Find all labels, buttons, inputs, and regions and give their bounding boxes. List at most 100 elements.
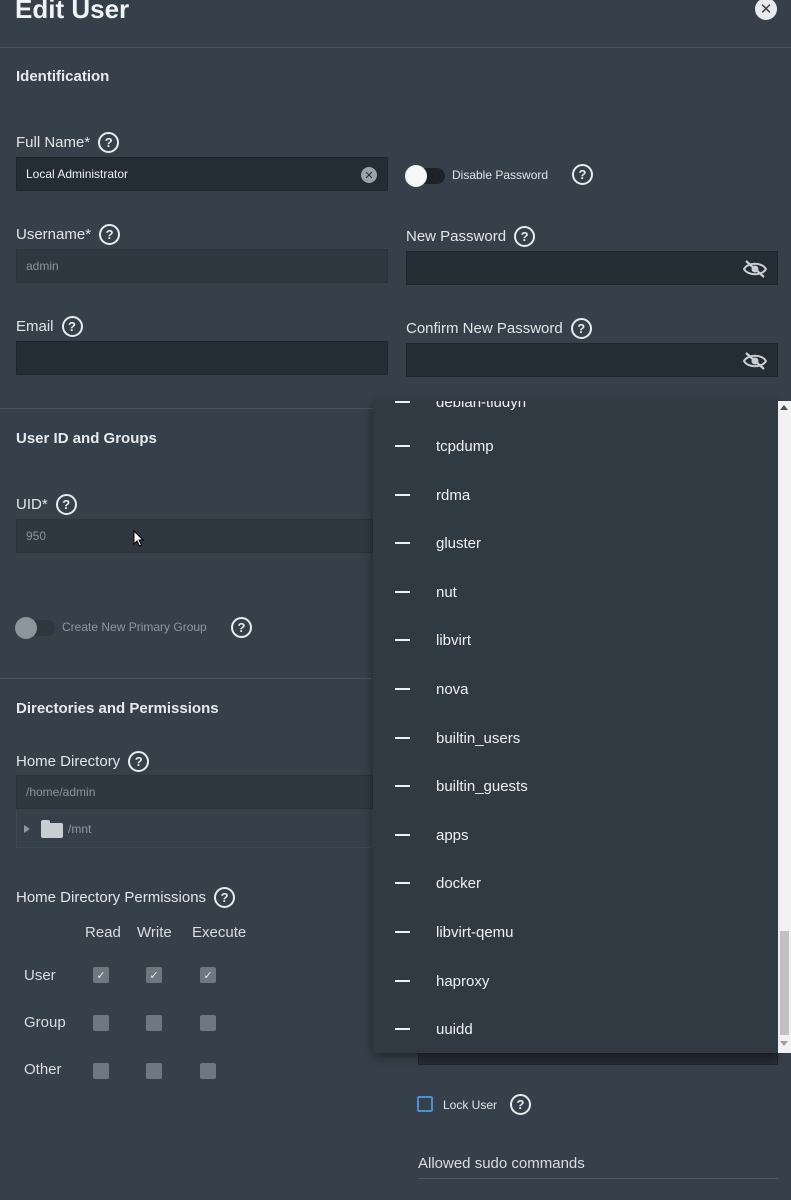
checkmark-icon: ✓ — [96, 969, 106, 982]
option-dash-icon — [395, 542, 410, 544]
username-input[interactable]: admin — [16, 249, 388, 283]
option-dash-icon — [395, 980, 410, 982]
perm-other-write-checkbox[interactable] — [146, 1063, 162, 1079]
perm-user-execute-checkbox[interactable]: ✓ — [200, 967, 216, 983]
visibility-off-icon[interactable] — [743, 260, 767, 278]
dropdown-option-label: debian-tludyh — [436, 401, 527, 411]
help-icon[interactable]: ? — [214, 887, 236, 908]
dropdown-option[interactable]: tcpdump — [373, 423, 778, 469]
confirm-password-input[interactable] — [406, 343, 778, 377]
home-directory-input[interactable]: /home/admin — [16, 775, 373, 809]
dropdown-option[interactable]: nut — [373, 569, 778, 615]
checkmark-icon: ✓ — [203, 969, 213, 982]
disable-password-label: Disable Password — [452, 168, 549, 182]
section-divider — [0, 408, 373, 409]
perm-group-execute-checkbox[interactable] — [200, 1015, 216, 1031]
uid-value: 950 — [26, 529, 47, 543]
dropdown-option[interactable]: builtin_guests — [373, 763, 778, 809]
groups-dropdown-panel[interactable]: debian-tludyh tcpdump rdma gluster nut l… — [373, 401, 778, 1053]
dropdown-option-label: builtin_users — [436, 729, 521, 747]
uid-label: UID* ? — [16, 494, 77, 515]
help-icon[interactable]: ? — [572, 164, 593, 185]
help-icon[interactable]: ? — [61, 316, 83, 337]
uid-input[interactable]: 950 — [16, 519, 373, 553]
full-name-input[interactable]: Local Administrator ✕ — [16, 157, 388, 191]
visibility-off-icon[interactable] — [743, 352, 767, 370]
dropdown-option-label: nova — [436, 680, 469, 698]
perm-other-execute-checkbox[interactable] — [200, 1063, 216, 1079]
perm-col-read: Read — [85, 924, 121, 941]
checkmark-icon: ✓ — [149, 969, 159, 982]
dropdown-scrollbar[interactable] — [778, 401, 791, 1053]
confirm-password-label-text: Confirm New Password — [406, 320, 563, 337]
new-password-label: New Password ? — [406, 226, 536, 247]
home-permissions-label: Home Directory Permissions ? — [16, 887, 236, 908]
option-dash-icon — [395, 882, 410, 884]
section-identification-title: Identification — [16, 68, 110, 85]
dialog-title: Edit User — [15, 0, 130, 24]
perm-group-read-checkbox[interactable] — [93, 1015, 109, 1031]
toggle-knob — [405, 165, 427, 187]
home-directory-value: /home/admin — [26, 785, 96, 799]
dropdown-option[interactable]: docker — [373, 860, 778, 906]
dropdown-option-label: gluster — [436, 534, 482, 552]
dropdown-option[interactable]: uuidd — [373, 1006, 778, 1052]
directory-tree: /mnt — [16, 810, 373, 848]
dropdown-option-label: apps — [436, 826, 469, 844]
dropdown-option-label: tcpdump — [436, 437, 494, 455]
dropdown-option-label: uuidd — [436, 1020, 473, 1038]
new-password-input[interactable] — [406, 251, 778, 285]
disable-password-toggle[interactable] — [405, 165, 445, 187]
dropdown-option[interactable]: builtin_users — [373, 715, 778, 761]
expand-arrow-icon[interactable] — [24, 825, 30, 833]
perm-user-write-checkbox[interactable]: ✓ — [146, 967, 162, 983]
username-value: admin — [26, 259, 59, 273]
help-icon[interactable]: ? — [510, 1094, 531, 1115]
option-dash-icon — [395, 1028, 410, 1030]
perm-group-write-checkbox[interactable] — [146, 1015, 162, 1031]
clear-icon[interactable]: ✕ — [361, 167, 377, 183]
option-dash-icon — [395, 834, 410, 836]
help-icon[interactable]: ? — [55, 494, 77, 515]
dropdown-option[interactable]: libvirt — [373, 617, 778, 663]
option-dash-icon — [395, 639, 410, 641]
dropdown-option[interactable]: apps — [373, 812, 778, 858]
mouse-cursor-icon — [133, 530, 145, 547]
required-marker: * — [41, 496, 48, 513]
help-icon[interactable]: ? — [570, 318, 592, 339]
scroll-thumb[interactable] — [780, 931, 789, 1035]
help-icon[interactable]: ? — [231, 617, 252, 638]
dropdown-option-label: libvirt-qemu — [436, 923, 514, 941]
create-primary-group-toggle[interactable] — [15, 617, 55, 639]
home-directory-label: Home Directory ? — [16, 751, 150, 772]
scroll-down-arrow-icon[interactable] — [780, 1041, 788, 1046]
help-icon[interactable]: ? — [99, 224, 121, 245]
help-icon[interactable]: ? — [514, 226, 536, 247]
full-name-value: Local Administrator — [26, 167, 129, 181]
lock-user-checkbox[interactable] — [417, 1096, 433, 1112]
option-dash-icon — [395, 591, 410, 593]
section-divider — [0, 678, 373, 679]
email-input[interactable] — [16, 341, 388, 375]
required-marker: * — [84, 134, 91, 151]
dropdown-option[interactable]: debian-tludyh — [373, 401, 778, 425]
sudo-commands-label: Allowed sudo commands — [418, 1155, 585, 1172]
dropdown-option[interactable]: haproxy — [373, 958, 778, 1004]
perm-user-read-checkbox[interactable]: ✓ — [93, 967, 109, 983]
home-directory-label-text: Home Directory — [16, 753, 121, 770]
help-icon[interactable]: ? — [128, 751, 150, 772]
scroll-up-arrow-icon[interactable] — [780, 405, 788, 410]
close-button[interactable]: ✕ — [755, 0, 777, 20]
dropdown-option-label: haproxy — [436, 972, 490, 990]
perm-row-group: Group — [24, 1014, 66, 1031]
tree-node-mnt[interactable]: /mnt — [68, 822, 91, 836]
perm-col-write: Write — [137, 924, 172, 941]
perm-other-read-checkbox[interactable] — [93, 1063, 109, 1079]
dropdown-option[interactable]: libvirt-qemu — [373, 909, 778, 955]
email-label-text: Email — [16, 318, 54, 335]
help-icon[interactable]: ? — [98, 132, 120, 153]
username-label: Username* ? — [16, 224, 121, 245]
dropdown-option[interactable]: nova — [373, 666, 778, 712]
dropdown-option[interactable]: gluster — [373, 520, 778, 566]
dropdown-option[interactable]: rdma — [373, 472, 778, 518]
